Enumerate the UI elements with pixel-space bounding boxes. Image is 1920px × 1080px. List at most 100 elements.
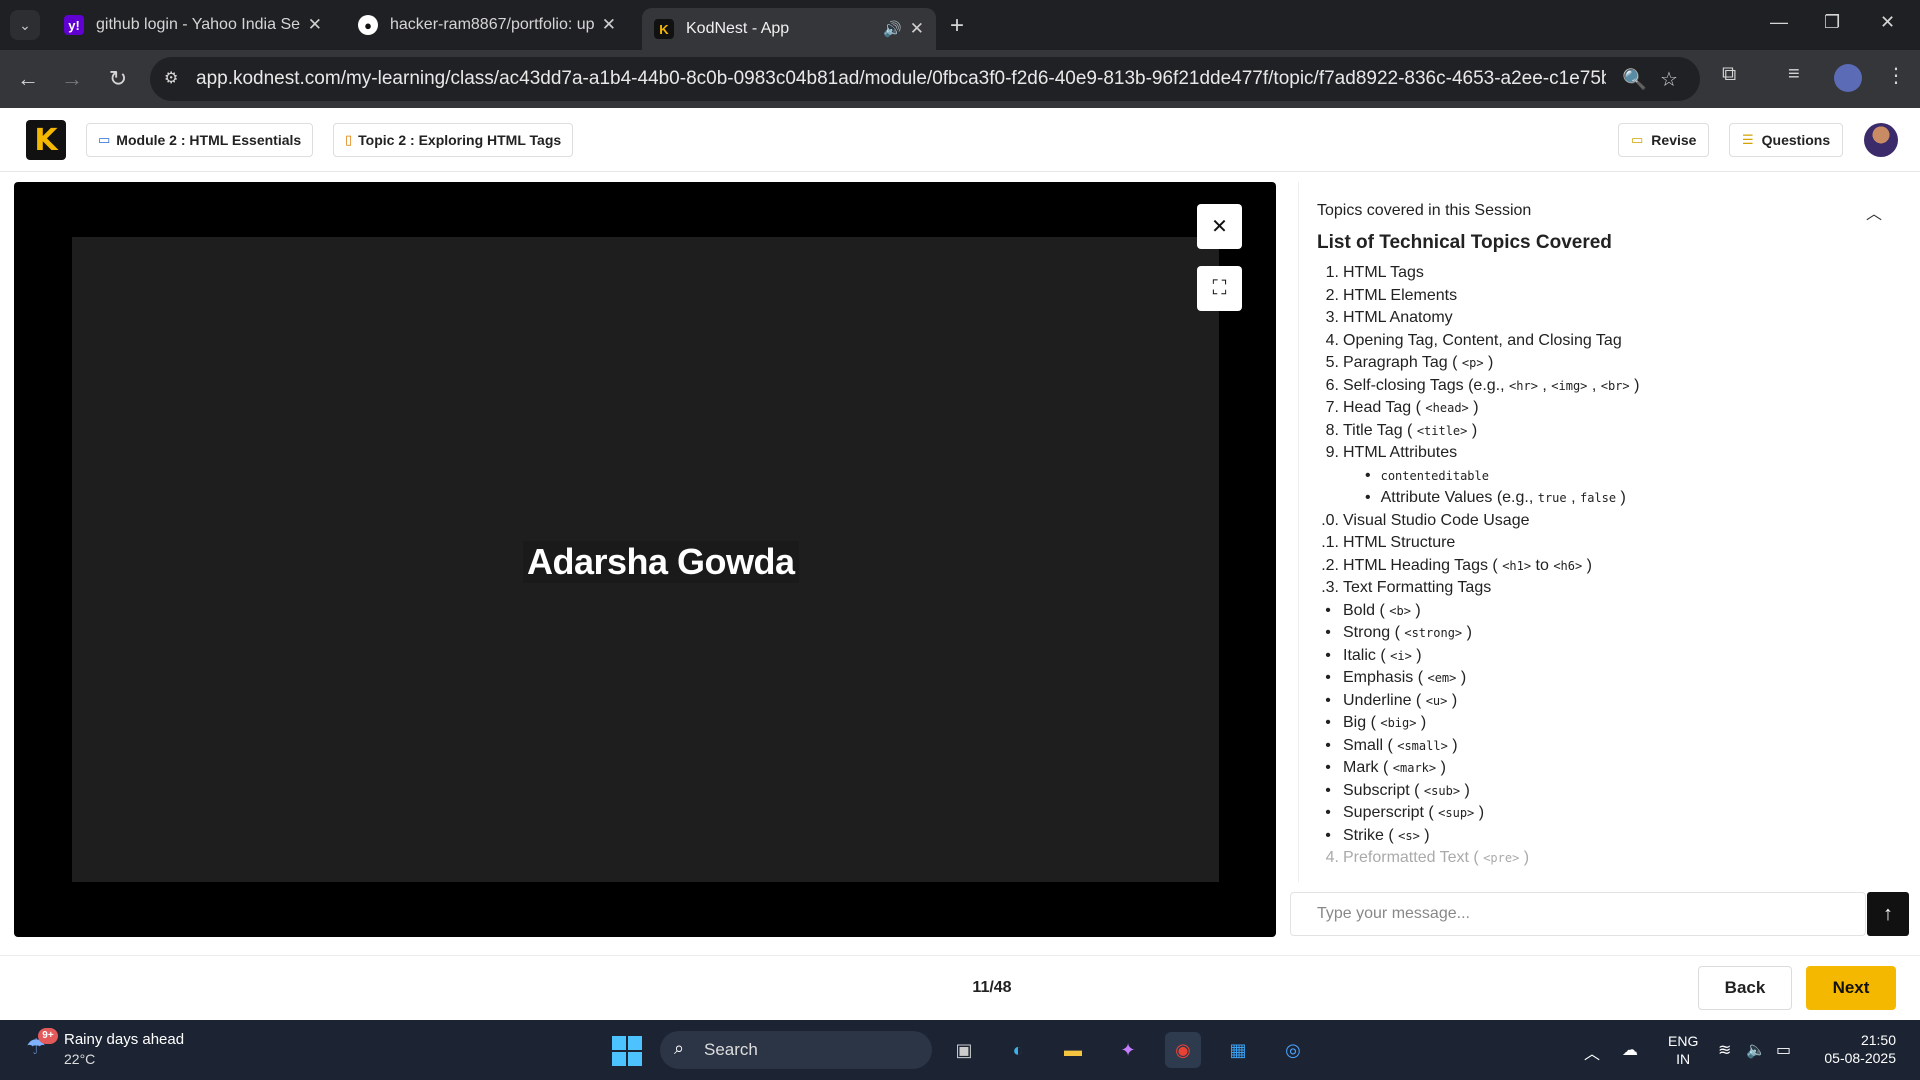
topic-item: Strong ( <strong> )	[1317, 622, 1877, 645]
topic-text: Big (	[1343, 714, 1381, 731]
copilot-icon[interactable]: ✦	[1110, 1032, 1146, 1068]
store-icon[interactable]: ▦	[1220, 1032, 1256, 1068]
topic-text: )	[1582, 556, 1593, 574]
chat-input[interactable]: Type your message...	[1290, 892, 1866, 936]
chevron-up-icon[interactable]: ︿	[1866, 200, 1882, 224]
topic-item: 4. Preformatted Text ( <pre> )	[1317, 847, 1877, 870]
browser-tab-bar: ⌄ y! github login - Yahoo India Sear ✕ ●…	[0, 0, 1920, 50]
taskbar-search[interactable]: ⌕ Search	[660, 1031, 932, 1069]
topic-item: .0. Visual Studio Code Usage	[1317, 510, 1877, 533]
close-window-icon[interactable]: ✕	[1880, 12, 1895, 33]
topic-text: )	[1468, 399, 1479, 416]
weather-title[interactable]: Rainy days ahead	[64, 1031, 184, 1048]
topic-code: <strong>	[1404, 626, 1463, 640]
reload-icon[interactable]: ↻	[102, 63, 134, 95]
tray-chevron-up-icon[interactable]: ︿	[1584, 1040, 1600, 1064]
kodnest-logo[interactable]: K	[26, 120, 66, 160]
weather-temp[interactable]: 22°C	[64, 1051, 95, 1067]
menu-kebab-icon[interactable]: ⋮	[1886, 63, 1906, 88]
notification-badge: 9+	[38, 1028, 58, 1044]
zoom-search-icon[interactable]: 🔍	[1622, 67, 1647, 92]
revise-label: Revise	[1651, 132, 1697, 148]
back-arrow-icon[interactable]: ←	[12, 63, 44, 95]
search-label: Search	[704, 1040, 758, 1059]
topic-item: Big ( <big> )	[1317, 712, 1877, 735]
topics-panel[interactable]: Topics covered in this Session ︿ List of…	[1298, 182, 1900, 882]
url-text[interactable]: app.kodnest.com/my-learning/class/ac43dd…	[196, 68, 1606, 90]
language-indicator[interactable]: ENG IN	[1668, 1032, 1698, 1068]
topic-text: )	[1474, 804, 1485, 821]
topic-code: <big>	[1380, 716, 1417, 730]
close-video-button[interactable]: ✕	[1197, 204, 1242, 249]
edge-icon[interactable]: ◐	[1000, 1032, 1036, 1068]
topic-number: 7.	[1325, 399, 1339, 416]
topic-item: 9. HTML Attributes	[1317, 442, 1877, 465]
forward-arrow-icon[interactable]: →	[56, 63, 88, 95]
topic-text: )	[1411, 646, 1422, 664]
fullscreen-button[interactable]: ⛶	[1197, 266, 1242, 311]
minimize-icon[interactable]: —	[1770, 12, 1788, 33]
task-view-icon[interactable]: ▣	[946, 1032, 982, 1068]
panel-title: List of Technical Topics Covered	[1317, 232, 1612, 253]
topic-item: 1. HTML Tags	[1317, 262, 1877, 285]
site-info-icon[interactable]: ⚙	[164, 68, 178, 88]
close-tab-icon[interactable]: ✕	[602, 15, 616, 35]
topic-text: )	[1462, 624, 1472, 641]
system-clock[interactable]: 21:50 05-08-2025	[1812, 1031, 1896, 1067]
topic-text: )	[1467, 421, 1478, 439]
tab-search-dropdown-icon[interactable]: ⌄	[10, 10, 40, 40]
arrow-up-icon: ↑	[1883, 902, 1893, 925]
questions-button[interactable]: ☰ Questions	[1729, 123, 1844, 157]
next-button[interactable]: Next	[1806, 966, 1896, 1010]
chrome-icon[interactable]: ◉	[1165, 1032, 1201, 1068]
topic-item: Mark ( <mark> )	[1317, 757, 1877, 780]
topic-text: Head Tag (	[1343, 399, 1426, 416]
back-button[interactable]: Back	[1698, 966, 1792, 1010]
module-breadcrumb[interactable]: ▭ Module 2 : HTML Essentials	[86, 123, 314, 157]
topic-text: )	[1456, 669, 1467, 686]
close-icon: ✕	[1211, 216, 1228, 238]
extensions-icon[interactable]: ⧉	[1722, 63, 1736, 86]
windows-start-icon[interactable]	[612, 1036, 642, 1066]
restore-icon[interactable]: ❐	[1824, 12, 1840, 33]
topic-number: 4.	[1325, 849, 1339, 866]
topic-text: ,	[1587, 376, 1601, 394]
tab-kodnest[interactable]: K KodNest - App 🔊 ✕	[642, 8, 936, 50]
topic-text: HTML Heading Tags (	[1343, 556, 1503, 574]
dell-icon[interactable]: ◎	[1275, 1032, 1311, 1068]
search-icon: ⌕	[674, 1038, 685, 1058]
topic-text: Emphasis (	[1343, 669, 1428, 686]
close-tab-icon[interactable]: ✕	[308, 15, 322, 35]
volume-icon[interactable]: 🔈	[1746, 1040, 1766, 1060]
address-bar[interactable]: ⚙ app.kodnest.com/my-learning/class/ac43…	[150, 57, 1700, 101]
topic-breadcrumb[interactable]: ▯ Topic 2 : Exploring HTML Tags	[333, 123, 574, 157]
topic-text: )	[1447, 691, 1458, 709]
tab-github[interactable]: ● hacker-ram8867/portfolio: uplo ✕	[346, 8, 628, 42]
onedrive-icon[interactable]: ☁	[1622, 1040, 1638, 1060]
topic-text: HTML Attributes	[1343, 444, 1458, 461]
audio-playing-icon[interactable]: 🔊	[883, 20, 902, 38]
battery-icon[interactable]: ▭	[1776, 1040, 1791, 1060]
user-avatar[interactable]	[1864, 123, 1898, 157]
topic-item: Underline ( <u> )	[1317, 690, 1877, 713]
topics-list: 1. HTML Tags 2. HTML Elements 3. HTML Anatomy…	[1317, 262, 1877, 870]
profile-avatar-icon[interactable]	[1834, 64, 1862, 92]
clock-time: 21:50	[1860, 1032, 1896, 1048]
close-tab-icon[interactable]: ✕	[910, 19, 924, 39]
new-tab-icon[interactable]: +	[950, 12, 964, 40]
topic-code: <head>	[1425, 401, 1469, 415]
file-explorer-icon[interactable]: ▬	[1055, 1032, 1091, 1068]
footer-bar: 11/48 Back Next	[0, 955, 1920, 1020]
media-control-icon[interactable]: ≡	[1788, 63, 1800, 86]
topic-text: )	[1416, 714, 1427, 731]
tab-yahoo[interactable]: y! github login - Yahoo India Sear ✕	[52, 8, 334, 42]
topic-label: Topic 2 : Exploring HTML Tags	[358, 132, 562, 148]
topic-item: 5. Paragraph Tag ( <p> )	[1317, 352, 1877, 375]
wifi-icon[interactable]: ≋	[1718, 1040, 1731, 1060]
topic-text: ,	[1566, 489, 1580, 506]
bookmark-star-icon[interactable]: ☆	[1660, 67, 1678, 92]
topic-code: <b>	[1389, 603, 1411, 618]
revise-button[interactable]: ▭ Revise	[1618, 123, 1710, 157]
send-button[interactable]: ↑	[1867, 892, 1909, 936]
topic-text: Strong (	[1343, 624, 1405, 641]
